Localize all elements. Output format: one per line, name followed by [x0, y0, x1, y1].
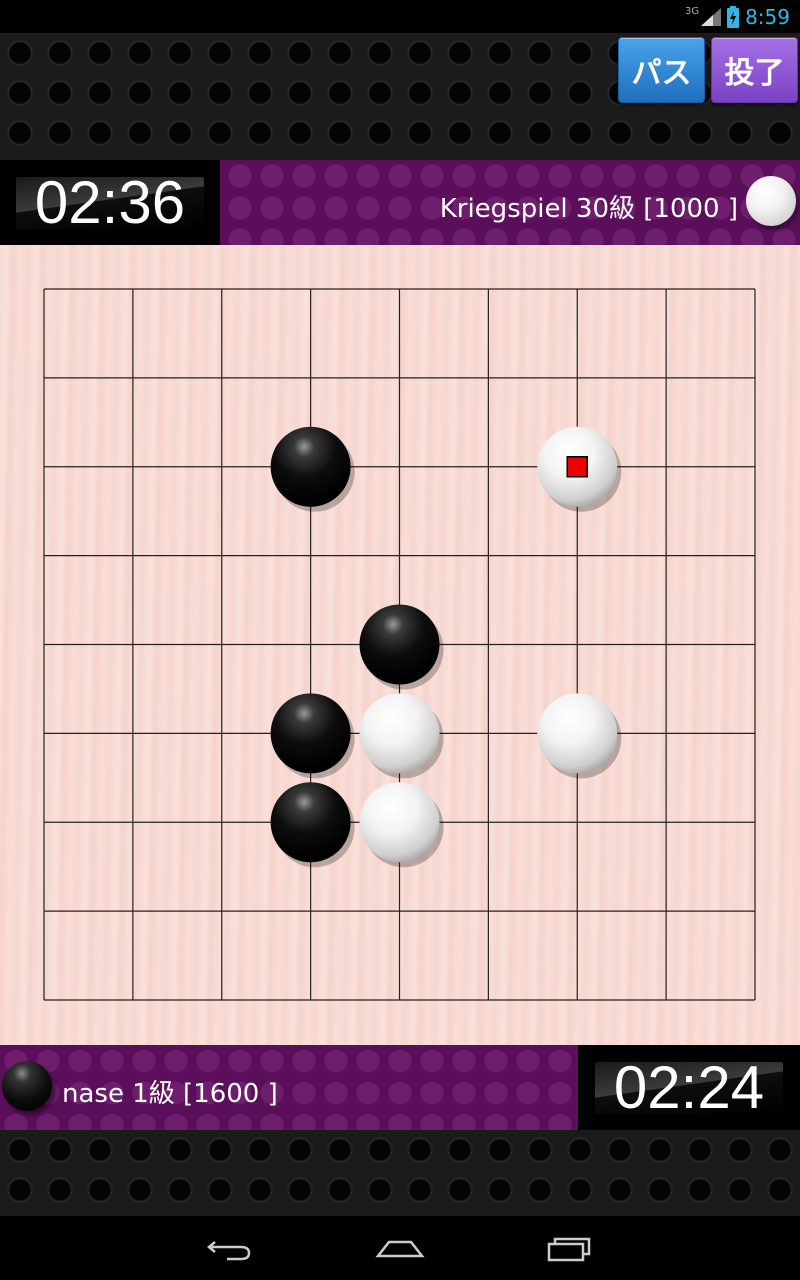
player-stone-icon — [2, 1061, 52, 1111]
white-stone — [359, 782, 440, 863]
opponent-stone-icon — [746, 176, 796, 226]
black-stone — [359, 604, 440, 685]
player-timer-text: 02:24 — [595, 1054, 783, 1121]
black-stone — [270, 426, 351, 507]
player-timer: 02:24 — [578, 1045, 800, 1130]
black-stone — [270, 693, 351, 774]
bottom-panel — [0, 1130, 800, 1216]
resign-button[interactable]: 投了 — [711, 37, 798, 103]
home-icon[interactable] — [375, 1232, 425, 1264]
opponent-timer: 02:36 — [0, 160, 220, 245]
white-stone — [537, 693, 618, 774]
board-grid[interactable] — [0, 245, 800, 1045]
back-icon[interactable] — [205, 1232, 255, 1264]
opponent-timer-text: 02:36 — [16, 169, 204, 236]
signal-icon — [701, 7, 722, 26]
network-type: 3G — [684, 6, 700, 17]
go-board[interactable] — [0, 245, 800, 1045]
status-clock: 8:59 — [745, 4, 790, 29]
status-bar: 3G 8:59 — [0, 0, 800, 33]
navigation-bar — [0, 1216, 800, 1280]
white-stone — [359, 693, 440, 774]
player-name: nase 1級 [1600 ] — [62, 1079, 278, 1109]
pass-button[interactable]: パス — [618, 37, 705, 103]
opponent-name: Kriegspiel 30級 [1000 ] — [439, 194, 738, 224]
black-stone — [270, 782, 351, 863]
battery-charging-icon — [727, 5, 740, 28]
recent-apps-icon[interactable] — [545, 1232, 595, 1264]
status-icons: 3G 8:59 — [685, 0, 790, 33]
last-move-marker — [566, 456, 588, 478]
